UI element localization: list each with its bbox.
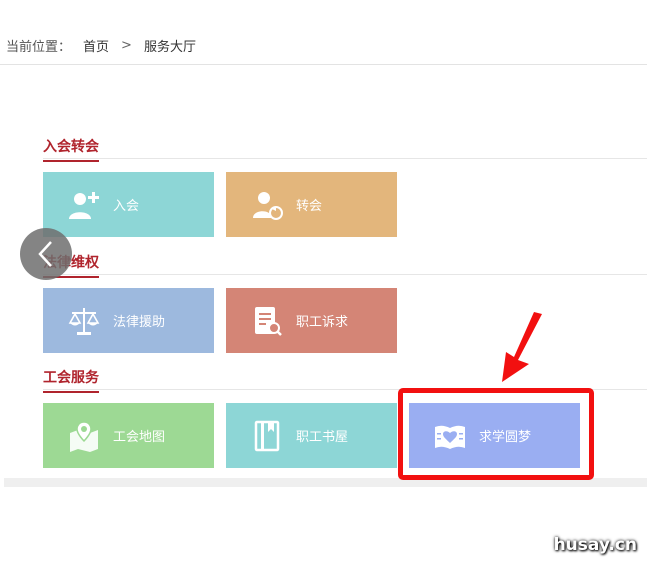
breadcrumb-prefix: 当前位置： (6, 40, 72, 55)
transfer-user-icon (250, 188, 284, 222)
tile-join[interactable]: 入会 (43, 172, 214, 237)
tile-label: 工会地图 (113, 430, 166, 445)
breadcrumb: 当前位置： 首页 > 服务大厅 (6, 36, 196, 55)
add-user-icon (67, 188, 101, 222)
map-pin-icon (67, 419, 101, 453)
section-divider (43, 274, 647, 275)
scales-icon (67, 304, 101, 338)
tile-label: 转会 (296, 199, 323, 214)
tile-transfer[interactable]: 转会 (226, 172, 397, 237)
tile-legal-aid[interactable]: 法律援助 (43, 288, 214, 353)
document-search-icon (250, 304, 284, 338)
tile-label: 职工书屋 (296, 430, 349, 445)
highlight-box (398, 388, 594, 480)
book-icon (250, 419, 284, 453)
breadcrumb-home-link[interactable]: 首页 (83, 36, 109, 55)
tile-label: 法律援助 (113, 315, 166, 330)
breadcrumb-current: 服务大厅 (143, 40, 196, 55)
previous-arrow-button[interactable] (20, 228, 72, 280)
annotation-arrow-icon (502, 312, 542, 382)
chevron-left-icon (38, 241, 52, 267)
breadcrumb-separator: > (121, 38, 132, 53)
tile-worker-library[interactable]: 职工书屋 (226, 403, 397, 468)
section-divider (43, 158, 647, 159)
header-divider (0, 64, 647, 65)
tile-worker-appeal[interactable]: 职工诉求 (226, 288, 397, 353)
tile-union-map[interactable]: 工会地图 (43, 403, 214, 468)
tile-label: 入会 (113, 199, 140, 214)
watermark: husay.cn (553, 535, 637, 555)
tile-label: 职工诉求 (296, 315, 349, 330)
